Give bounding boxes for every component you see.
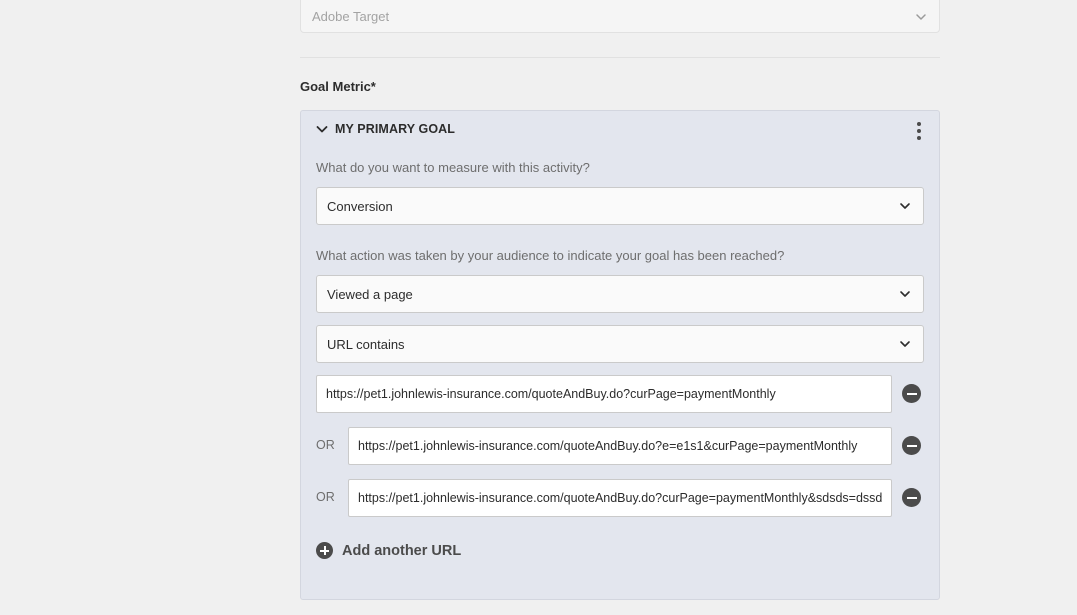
chevron-down-icon — [900, 203, 910, 209]
action-select[interactable]: Viewed a page — [316, 275, 924, 313]
url-row: OR — [316, 479, 924, 517]
primary-goal-title: MY PRIMARY GOAL — [335, 122, 456, 136]
chevron-down-icon — [916, 13, 926, 20]
platform-select[interactable]: Adobe Target — [300, 0, 940, 33]
page: Adobe Target Goal Metric* MY PRIMARY GOA… — [0, 0, 1077, 615]
url-input[interactable] — [348, 427, 892, 465]
goal-metric-label: Goal Metric* — [300, 79, 376, 94]
chevron-down-icon — [900, 341, 910, 347]
measure-question: What do you want to measure with this ac… — [316, 160, 590, 175]
platform-select-value: Adobe Target — [312, 9, 390, 24]
remove-circle-icon[interactable] — [902, 488, 921, 507]
measure-select-value: Conversion — [327, 198, 393, 214]
add-another-url-label: Add another URL — [342, 542, 462, 559]
url-row — [316, 375, 924, 413]
chevron-down-icon — [316, 126, 328, 133]
action-question: What action was taken by your audience t… — [316, 248, 785, 263]
add-another-url-button[interactable]: Add another URL — [316, 542, 461, 559]
measure-select[interactable]: Conversion — [316, 187, 924, 225]
action-select-value: Viewed a page — [327, 286, 413, 302]
url-match-select[interactable]: URL contains — [316, 325, 924, 363]
primary-goal-panel: MY PRIMARY GOAL What do you want to meas… — [300, 110, 940, 600]
url-input[interactable] — [316, 375, 892, 413]
chevron-down-icon — [900, 291, 910, 297]
or-label: OR — [316, 438, 335, 452]
url-match-select-value: URL contains — [327, 336, 405, 352]
more-options-icon[interactable] — [913, 121, 925, 141]
url-input[interactable] — [348, 479, 892, 517]
add-circle-icon — [316, 542, 333, 559]
primary-goal-toggle[interactable]: MY PRIMARY GOAL — [315, 122, 455, 136]
remove-circle-icon[interactable] — [902, 384, 921, 403]
or-label: OR — [316, 490, 335, 504]
section-divider — [300, 57, 940, 58]
remove-circle-icon[interactable] — [902, 436, 921, 455]
url-row: OR — [316, 427, 924, 465]
